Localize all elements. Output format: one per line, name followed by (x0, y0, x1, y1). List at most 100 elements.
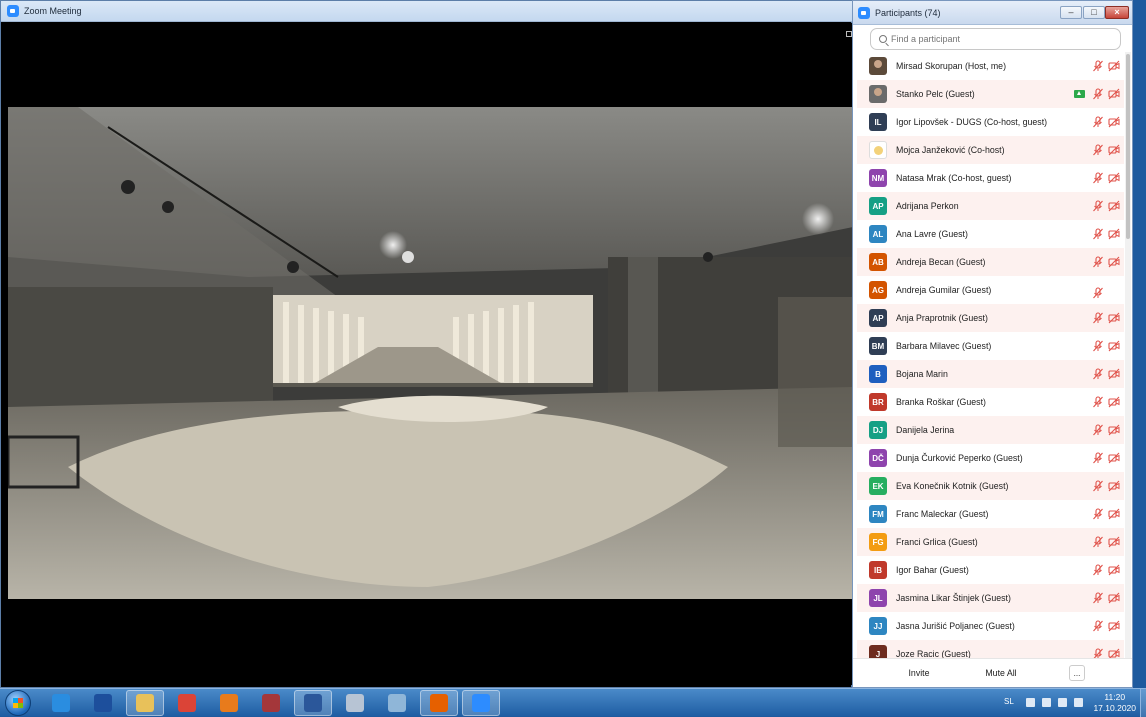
system-clock[interactable]: 11:20 17.10.2020 (1093, 692, 1136, 714)
video-off-icon[interactable] (1108, 508, 1120, 520)
maximize-button[interactable]: □ (1083, 6, 1105, 19)
muted-mic-icon[interactable] (1092, 88, 1104, 100)
muted-mic-icon[interactable] (1092, 452, 1104, 464)
muted-mic-icon[interactable] (1092, 200, 1104, 212)
video-off-icon[interactable] (1108, 88, 1120, 100)
start-button[interactable] (5, 690, 31, 716)
participant-row[interactable]: IL Igor Lipovšek - DUGS (Co-host, guest) (857, 108, 1124, 136)
taskbar-app-button[interactable] (126, 690, 164, 716)
participants-title-bar[interactable]: Participants (74) – □ × (853, 1, 1132, 25)
muted-mic-icon[interactable] (1092, 620, 1104, 632)
more-options-button[interactable]: ... (1069, 665, 1085, 681)
muted-mic-icon[interactable] (1092, 424, 1104, 436)
muted-mic-icon[interactable] (1092, 287, 1104, 299)
video-off-icon[interactable] (1108, 116, 1120, 128)
video-off-icon[interactable] (1108, 60, 1120, 72)
taskbar-app-button[interactable] (294, 690, 332, 716)
muted-mic-icon[interactable] (1092, 312, 1104, 324)
video-off-icon[interactable] (1108, 564, 1120, 576)
shared-video-area[interactable] (8, 23, 853, 685)
muted-mic-icon[interactable] (1092, 508, 1104, 520)
video-off-icon[interactable] (1108, 256, 1120, 268)
participant-row[interactable]: B Bojana Marin (857, 360, 1124, 388)
participant-row[interactable]: AP Anja Praprotnik (Guest) (857, 304, 1124, 332)
participant-row[interactable]: Stanko Pelc (Guest) (857, 80, 1124, 108)
participant-row[interactable]: AP Adrijana Perkon (857, 192, 1124, 220)
participant-row[interactable]: FG Franci Grlica (Guest) (857, 528, 1124, 556)
taskbar-app-button[interactable] (378, 690, 416, 716)
notepad-icon (388, 694, 406, 712)
muted-mic-icon[interactable] (1092, 256, 1104, 268)
participant-row[interactable]: JJ Jasna Jurišić Poljanec (Guest) (857, 612, 1124, 640)
participant-row[interactable]: Mirsad Skorupan (Host, me) (857, 52, 1124, 80)
participant-row[interactable]: NM Natasa Mrak (Co-host, guest) (857, 164, 1124, 192)
muted-mic-icon[interactable] (1092, 60, 1104, 72)
participant-row[interactable]: AG Andreja Gumilar (Guest) (857, 276, 1124, 304)
participant-row[interactable]: JL Jasmina Likar Štinjek (Guest) (857, 584, 1124, 612)
muted-mic-icon[interactable] (1092, 536, 1104, 548)
muted-mic-icon[interactable] (1092, 480, 1104, 492)
video-off-icon[interactable] (1108, 228, 1120, 240)
video-off-icon[interactable] (1108, 536, 1120, 548)
participant-row[interactable]: J Joze Racic (Guest) (857, 640, 1124, 659)
video-off-icon[interactable] (1108, 396, 1120, 408)
language-indicator[interactable]: SL (1004, 697, 1014, 706)
network-icon[interactable] (1058, 698, 1067, 707)
taskbar-app-button[interactable] (462, 690, 500, 716)
invite-button[interactable]: Invite (897, 665, 941, 681)
video-off-icon[interactable] (1108, 368, 1120, 380)
participant-row[interactable]: AL Ana Lavre (Guest) (857, 220, 1124, 248)
mute-all-button[interactable]: Mute All (977, 665, 1025, 681)
zoom-title-bar[interactable]: Zoom Meeting (1, 1, 852, 22)
participant-row[interactable]: FM Franc Maleckar (Guest) (857, 500, 1124, 528)
taskbar-app-button[interactable] (420, 690, 458, 716)
participant-search-box[interactable] (870, 28, 1121, 50)
taskbar-app-button[interactable] (336, 690, 374, 716)
taskbar-app-button[interactable] (252, 690, 290, 716)
minimize-button[interactable]: – (1060, 6, 1082, 19)
video-off-icon[interactable] (1108, 172, 1120, 184)
participant-row[interactable]: DČ Dunja Čurković Peperko (Guest) (857, 444, 1124, 472)
muted-mic-icon[interactable] (1092, 592, 1104, 604)
scrollbar-thumb[interactable] (1126, 54, 1130, 239)
participant-row[interactable]: IB Igor Bahar (Guest) (857, 556, 1124, 584)
muted-mic-icon[interactable] (1092, 368, 1104, 380)
participant-row[interactable]: EK Eva Konečnik Kotnik (Guest) (857, 472, 1124, 500)
video-off-icon[interactable] (1108, 200, 1120, 212)
muted-mic-icon[interactable] (1092, 228, 1104, 240)
video-off-icon[interactable] (1108, 312, 1120, 324)
taskbar-app-button[interactable] (42, 690, 80, 716)
video-off-icon[interactable] (1108, 340, 1120, 352)
participant-row[interactable]: DJ Danijela Jerina (857, 416, 1124, 444)
video-off-icon[interactable] (1108, 284, 1120, 302)
video-off-icon[interactable] (1108, 592, 1120, 604)
show-hidden-icons-icon[interactable] (1026, 698, 1035, 707)
participant-row[interactable]: AB Andreja Becan (Guest) (857, 248, 1124, 276)
video-off-icon[interactable] (1108, 620, 1120, 632)
volume-icon[interactable] (1074, 698, 1083, 707)
video-off-icon[interactable] (1108, 480, 1120, 492)
muted-mic-icon[interactable] (1092, 144, 1104, 156)
video-off-icon[interactable] (1108, 424, 1120, 436)
video-off-icon[interactable] (1108, 144, 1120, 156)
participant-list-scrollbar[interactable] (1125, 52, 1131, 659)
muted-mic-icon[interactable] (1092, 172, 1104, 184)
video-off-icon[interactable] (1108, 452, 1120, 464)
participant-row[interactable]: BM Barbara Milavec (Guest) (857, 332, 1124, 360)
close-button[interactable]: × (1105, 6, 1129, 19)
muted-mic-icon[interactable] (1092, 340, 1104, 352)
participant-row[interactable]: Mojca Janžeković (Co-host) (857, 136, 1124, 164)
taskbar-app-button[interactable] (168, 690, 206, 716)
muted-mic-icon[interactable] (1092, 396, 1104, 408)
taskbar-app-button[interactable] (210, 690, 248, 716)
participant-search-input[interactable] (891, 34, 1111, 44)
muted-mic-icon[interactable] (1092, 564, 1104, 576)
video-stream[interactable] (8, 107, 853, 599)
taskbar-app-button[interactable] (84, 690, 122, 716)
participant-list[interactable]: Mirsad Skorupan (Host, me) Stanko Pelc (G… (857, 52, 1124, 659)
action-center-icon[interactable] (1042, 698, 1051, 707)
participant-row[interactable]: BR Branka Roškar (Guest) (857, 388, 1124, 416)
system-tray: SL 11:20 17.10.2020 (996, 689, 1146, 717)
muted-mic-icon[interactable] (1092, 116, 1104, 128)
show-desktop-button[interactable] (1140, 689, 1146, 717)
